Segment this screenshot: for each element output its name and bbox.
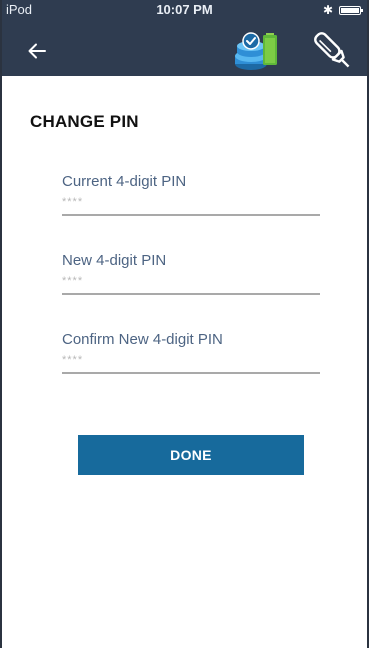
current-pin-label: Current 4-digit PIN bbox=[62, 173, 187, 190]
back-arrow-icon bbox=[28, 43, 46, 59]
confirm-pin-field: Confirm New 4-digit PIN bbox=[62, 330, 320, 374]
app-screen: iPod 10:07 PM ✱ CHANGE PIN Current 4-dig… bbox=[0, 0, 369, 648]
confirm-pin-input[interactable] bbox=[62, 352, 320, 374]
status-time: 10:07 PM bbox=[156, 2, 213, 17]
current-pin-field: Current 4-digit PIN bbox=[62, 172, 320, 216]
app-header: iPod 10:07 PM ✱ bbox=[2, 0, 367, 76]
device-connected-battery-icon[interactable] bbox=[234, 30, 280, 72]
confirm-pin-label: Confirm New 4-digit PIN bbox=[62, 331, 223, 348]
insulin-pen-button[interactable] bbox=[310, 28, 356, 74]
bluetooth-icon: ✱ bbox=[322, 3, 333, 17]
back-button[interactable] bbox=[20, 34, 54, 68]
insulin-pen-icon bbox=[314, 32, 350, 68]
status-indicators: ✱ bbox=[322, 0, 363, 20]
status-bar: iPod 10:07 PM ✱ bbox=[2, 0, 367, 20]
new-pin-field: New 4-digit PIN bbox=[62, 251, 320, 295]
done-button[interactable]: DONE bbox=[78, 435, 304, 475]
device-battery-graphic bbox=[235, 32, 277, 70]
battery-full-icon bbox=[339, 5, 363, 15]
new-pin-input[interactable] bbox=[62, 273, 320, 295]
new-pin-label: New 4-digit PIN bbox=[62, 252, 167, 269]
current-pin-input[interactable] bbox=[62, 194, 320, 216]
page-title: CHANGE PIN bbox=[30, 112, 139, 131]
